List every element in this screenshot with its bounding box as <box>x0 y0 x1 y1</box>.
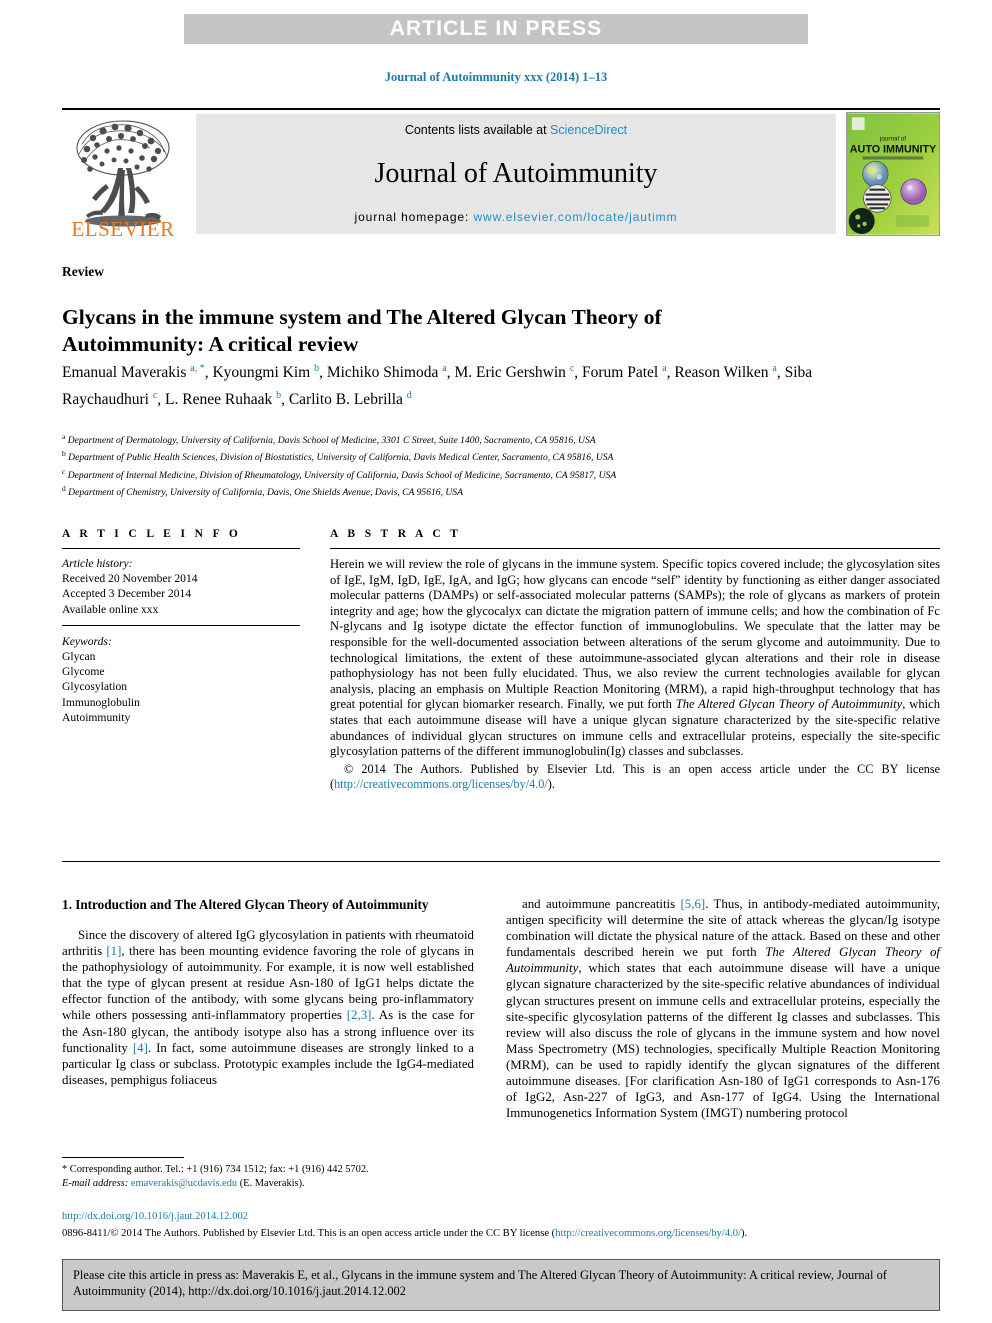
abstract-copyright-text: © 2014 The Authors. Published by Elsevie… <box>330 761 940 792</box>
abstract-column: A B S T R A C T Herein we will review th… <box>330 528 940 793</box>
footnote-email-line: E-mail address: emaverakis@ucdavis.edu (… <box>62 1178 305 1189</box>
keywords-rule <box>62 624 300 626</box>
affiliation-item: a Department of Dermatology, University … <box>62 432 596 447</box>
history-item: Available online xxx <box>62 602 159 616</box>
citation-ref-1[interactable]: [1] <box>106 944 121 958</box>
body-paragraph-left: Since the discovery of altered IgG glyco… <box>62 928 475 1087</box>
keyword-item: Glycosylation <box>62 680 128 694</box>
elsevier-logo: ELSEVIER <box>62 114 184 241</box>
article-info-column: A R T I C L E I N F O Article history: R… <box>62 528 300 725</box>
cite-this-article-box: Please cite this article in press as: Ma… <box>62 1259 940 1311</box>
corresponding-author-email-link[interactable]: emaverakis@ucdavis.edu <box>131 1178 237 1189</box>
footnote-divider <box>62 1157 184 1158</box>
footnote-asterisk: * <box>62 1164 68 1175</box>
section-heading-introduction: 1. Introduction and The Altered Glycan T… <box>62 897 429 912</box>
abstract-theory-title: The Altered Glycan Theory of Autoimmunit… <box>675 697 903 712</box>
band-bottom-rule <box>62 861 940 862</box>
contents-lists-prefix: Contents lists available at <box>404 123 551 137</box>
article-type-label: Review <box>62 264 104 279</box>
keyword-item: Glycome <box>62 665 105 679</box>
citation-ref-4[interactable]: [4] <box>133 1041 148 1055</box>
body-paragraph-right: and autoimmune pancreatitis [5,6]. Thus,… <box>506 897 940 1121</box>
svg-text:ELSEVIER: ELSEVIER <box>71 217 174 238</box>
body-column-left: 1. Introduction and The Altered Glycan T… <box>62 896 474 1088</box>
affiliation-item: b Department of Public Health Sciences, … <box>62 449 614 464</box>
article-history-label: Article history: <box>62 557 133 570</box>
svg-text:AUTO IMMUNITY: AUTO IMMUNITY <box>850 143 936 155</box>
contents-lists-line: Contents lists available at ScienceDirec… <box>405 123 627 137</box>
abstract-heading: A B S T R A C T <box>330 528 462 540</box>
sciencedirect-link[interactable]: ScienceDirect <box>550 123 627 137</box>
journal-homepage-line: journal homepage: www.elsevier.com/locat… <box>355 210 678 224</box>
article-in-press-banner: ARTICLE IN PRESS <box>184 14 808 44</box>
affiliation-item: c Department of Internal Medicine, Divis… <box>62 466 617 481</box>
citation-ref-2-3[interactable]: [2,3] <box>347 1008 372 1022</box>
page-title: Glycans in the immune system and The Alt… <box>62 305 662 357</box>
footer-cc-by-link[interactable]: http://creativecommons.org/licenses/by/4… <box>555 1228 741 1239</box>
journal-title: Journal of Autoimmunity <box>374 157 658 189</box>
abstract-text: Herein we will review the role of glycan… <box>330 557 940 759</box>
keywords-block: Keywords: Glycan Glycome Glycosylation I… <box>62 634 300 725</box>
abstract-rule <box>330 548 940 549</box>
citation-ref-5-6[interactable]: [5,6] <box>681 897 706 911</box>
affiliation-item: d Department of Chemistry, University of… <box>62 484 463 499</box>
article-info-heading: A R T I C L E I N F O <box>62 528 242 540</box>
keywords-label: Keywords: <box>62 634 112 648</box>
history-item: Received 20 November 2014 <box>62 572 198 586</box>
issn-license-line: 0896-8411/© 2014 The Authors. Published … <box>62 1228 748 1239</box>
cc-by-license-link[interactable]: http://creativecommons.org/licenses/by/4… <box>334 777 548 791</box>
masthead-center-panel: Contents lists available at ScienceDirec… <box>196 114 836 234</box>
keyword-item: Glycan <box>62 650 96 664</box>
article-in-press-label: ARTICLE IN PRESS <box>389 17 603 40</box>
corresponding-author-footnote: * Corresponding author. Tel.: +1 (916) 7… <box>62 1157 474 1191</box>
doi-link[interactable]: http://dx.doi.org/10.1016/j.jaut.2014.12… <box>62 1211 248 1222</box>
homepage-url[interactable]: www.elsevier.com/locate/jautimm <box>473 210 677 224</box>
abstract-copyright: © 2014 The Authors. Published by Elsevie… <box>330 762 940 793</box>
author-list: Emanual Maverakis a, *, Kyoungmi Kim b, … <box>62 363 813 408</box>
cite-this-article-text: Please cite this article in press as: Ma… <box>73 1268 887 1299</box>
running-head-citation: Journal of Autoimmunity xxx (2014) 1–13 <box>384 70 608 84</box>
body-column-right: and autoimmune pancreatitis [5,6]. Thus,… <box>506 896 940 1121</box>
body-theory-title: The Altered Glycan Theory of Autoimmunit… <box>506 945 940 976</box>
article-info-rule <box>62 548 300 549</box>
keyword-item: Immunoglobulin <box>62 695 140 709</box>
email-address-label: E-mail address: <box>62 1178 129 1189</box>
journal-cover-thumbnail: journal of AUTO IMMUNITY <box>846 112 940 236</box>
svg-text:journal of: journal of <box>879 136 906 143</box>
affiliation-list: a Department of Dermatology, University … <box>62 430 922 500</box>
homepage-label: journal homepage: <box>354 210 474 224</box>
keyword-item: Autoimmunity <box>62 710 131 724</box>
article-history-block: Article history: Received 20 November 20… <box>62 556 300 617</box>
journal-masthead: ELSEVIER Contents lists available at Sci… <box>62 108 940 241</box>
journal-article-page: ARTICLE IN PRESS Journal of Autoimmunity… <box>0 0 992 1323</box>
footnote-contact-line: * Corresponding author. Tel.: +1 (916) 7… <box>62 1164 369 1175</box>
history-item: Accepted 3 December 2014 <box>62 587 192 601</box>
